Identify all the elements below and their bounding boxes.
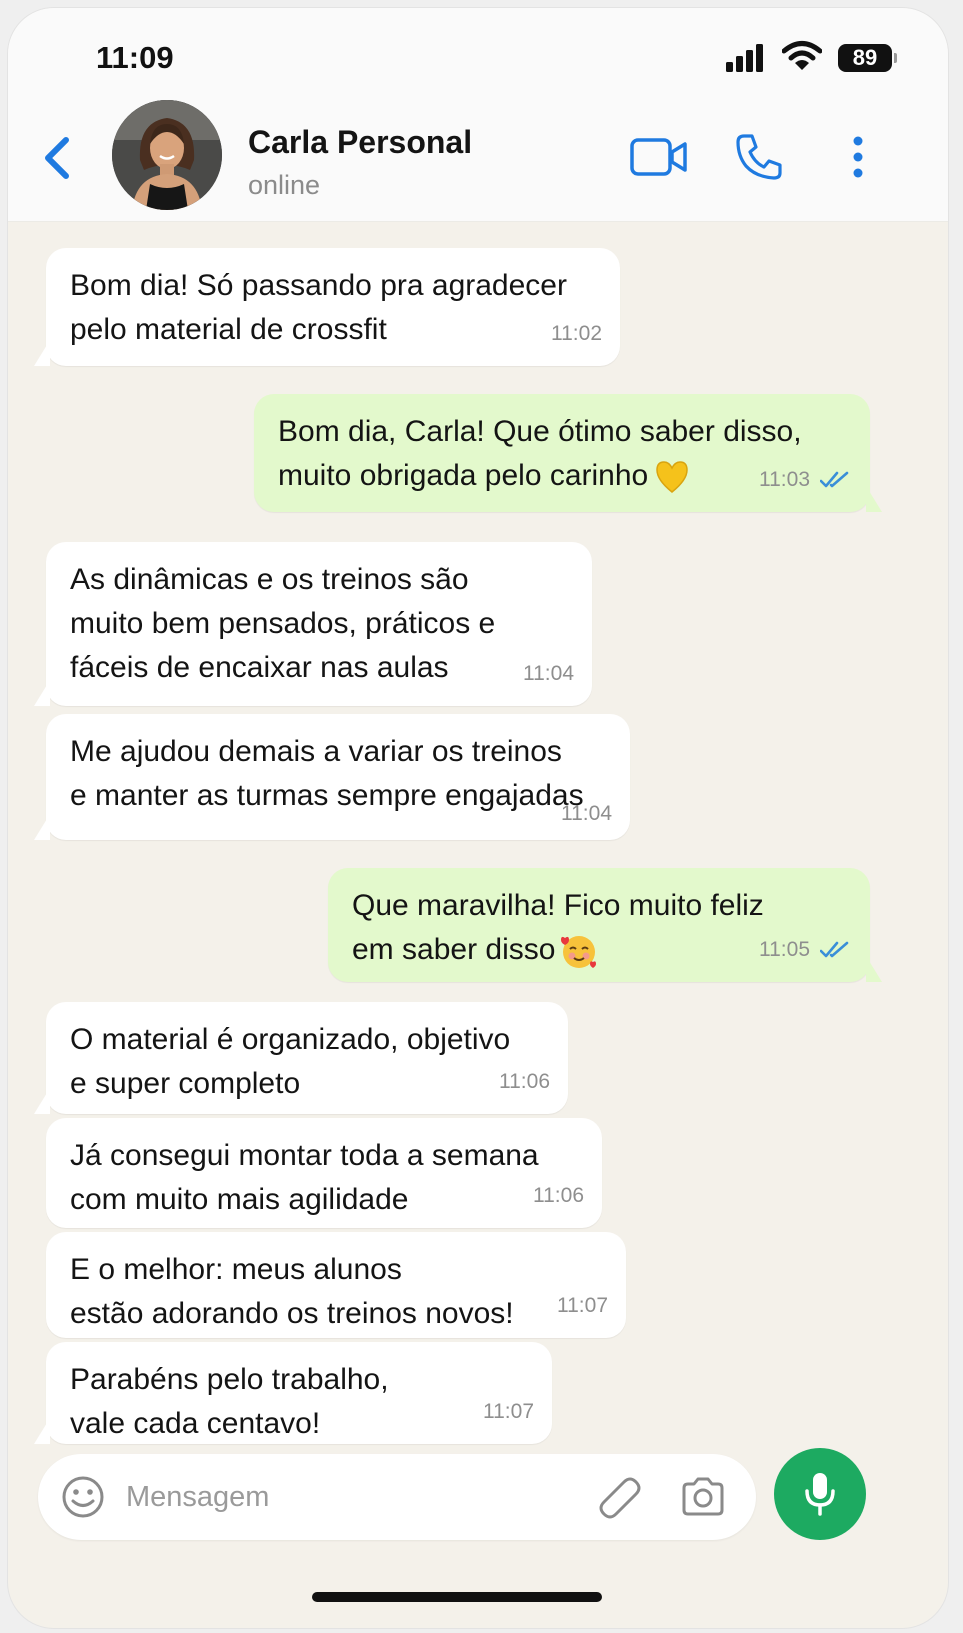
- message-composer: [38, 1454, 756, 1540]
- message-text: Me ajudou demais a variar os treinos e m…: [70, 735, 584, 812]
- message-time: 11:04: [561, 802, 612, 825]
- message-time: 11:06: [533, 1184, 584, 1207]
- read-ticks-icon: [820, 471, 849, 488]
- voice-call-icon[interactable]: [734, 132, 784, 182]
- message-time: 11:07: [557, 1294, 608, 1317]
- contact-name[interactable]: Carla Personal: [248, 124, 472, 161]
- message-bubble-incoming[interactable]: Me ajudou demais a variar os treinos e m…: [34, 714, 630, 840]
- message-text: Parabéns pelo trabalho, vale cada centav…: [70, 1363, 389, 1440]
- message-input[interactable]: [126, 1472, 566, 1522]
- message-text: Bom dia! Só passando pra agradecer pelo …: [70, 269, 567, 346]
- smiling-face-with-hearts-icon: [561, 936, 597, 969]
- signal-icon: [726, 44, 763, 72]
- back-chevron-icon[interactable]: [38, 134, 78, 184]
- message-text: Já consegui montar toda a semana com mui…: [70, 1139, 539, 1216]
- home-indicator[interactable]: [312, 1592, 602, 1602]
- message-time: 11:04: [523, 662, 574, 685]
- mic-icon: [805, 1473, 835, 1516]
- mic-button[interactable]: [774, 1448, 866, 1540]
- video-call-icon[interactable]: [630, 136, 688, 178]
- message-text: As dinâmicas e os treinos são muito bem …: [70, 563, 496, 684]
- message-time: 11:06: [499, 1070, 550, 1093]
- message-meta: 11:07: [483, 1390, 534, 1434]
- message-bubble-incoming[interactable]: Parabéns pelo trabalho, vale cada centav…: [34, 1342, 552, 1444]
- message-bubble-incoming[interactable]: O material é organizado, objetivo e supe…: [34, 1002, 568, 1114]
- message-time: 11:02: [551, 322, 602, 345]
- message-meta: 11:06: [499, 1060, 550, 1104]
- message-time: 11:07: [483, 1400, 534, 1423]
- message-meta: 11:04: [561, 792, 612, 836]
- message-bubble-incoming[interactable]: As dinâmicas e os treinos são muito bem …: [34, 542, 592, 706]
- yellow-heart-icon: [656, 461, 689, 494]
- emoji-icon[interactable]: [60, 1474, 106, 1520]
- contact-status: online: [248, 170, 321, 200]
- message-text-content: Bom dia, Carla! Que ótimo saber disso, m…: [278, 415, 802, 492]
- message-time: 11:05: [759, 938, 810, 961]
- more-options-icon[interactable]: [848, 134, 868, 180]
- battery-icon: 89: [838, 44, 897, 72]
- chat-header: 11:09 89 Carla Personal online: [8, 8, 948, 222]
- message-meta: 11:03: [759, 458, 852, 502]
- message-bubble-outgoing[interactable]: Que maravilha! Fico muito feliz em saber…: [328, 868, 882, 982]
- message-bubble-incoming[interactable]: Bom dia! Só passando pra agradecer pelo …: [34, 248, 620, 366]
- message-bubble-incoming[interactable]: E o melhor: meus alunos estão adorando o…: [46, 1232, 626, 1338]
- avatar[interactable]: [112, 100, 222, 210]
- message-list[interactable]: Bom dia! Só passando pra agradecer pelo …: [8, 222, 948, 1628]
- attach-icon[interactable]: [596, 1474, 642, 1520]
- message-text: E o melhor: meus alunos estão adorando o…: [70, 1253, 514, 1330]
- message-text-content: Que maravilha! Fico muito feliz em saber…: [352, 889, 764, 966]
- message-meta: 11:04: [523, 652, 574, 696]
- message-meta: 11:07: [557, 1284, 608, 1328]
- camera-icon[interactable]: [680, 1476, 726, 1518]
- phone-frame: 11:09 89 Carla Personal online Bom dia! …: [8, 8, 948, 1628]
- message-text: O material é organizado, objetivo e supe…: [70, 1023, 511, 1100]
- message-time: 11:03: [759, 468, 810, 491]
- message-bubble-outgoing[interactable]: Bom dia, Carla! Que ótimo saber disso, m…: [254, 394, 882, 512]
- status-time: 11:09: [96, 40, 174, 75]
- message-meta: 11:05: [759, 928, 852, 972]
- message-meta: 11:02: [551, 312, 602, 356]
- message-bubble-incoming[interactable]: Já consegui montar toda a semana com mui…: [46, 1118, 602, 1228]
- avatar-photo: [112, 100, 222, 210]
- message-meta: 11:06: [533, 1174, 584, 1218]
- wifi-icon: [782, 41, 822, 70]
- read-ticks-icon: [820, 941, 849, 958]
